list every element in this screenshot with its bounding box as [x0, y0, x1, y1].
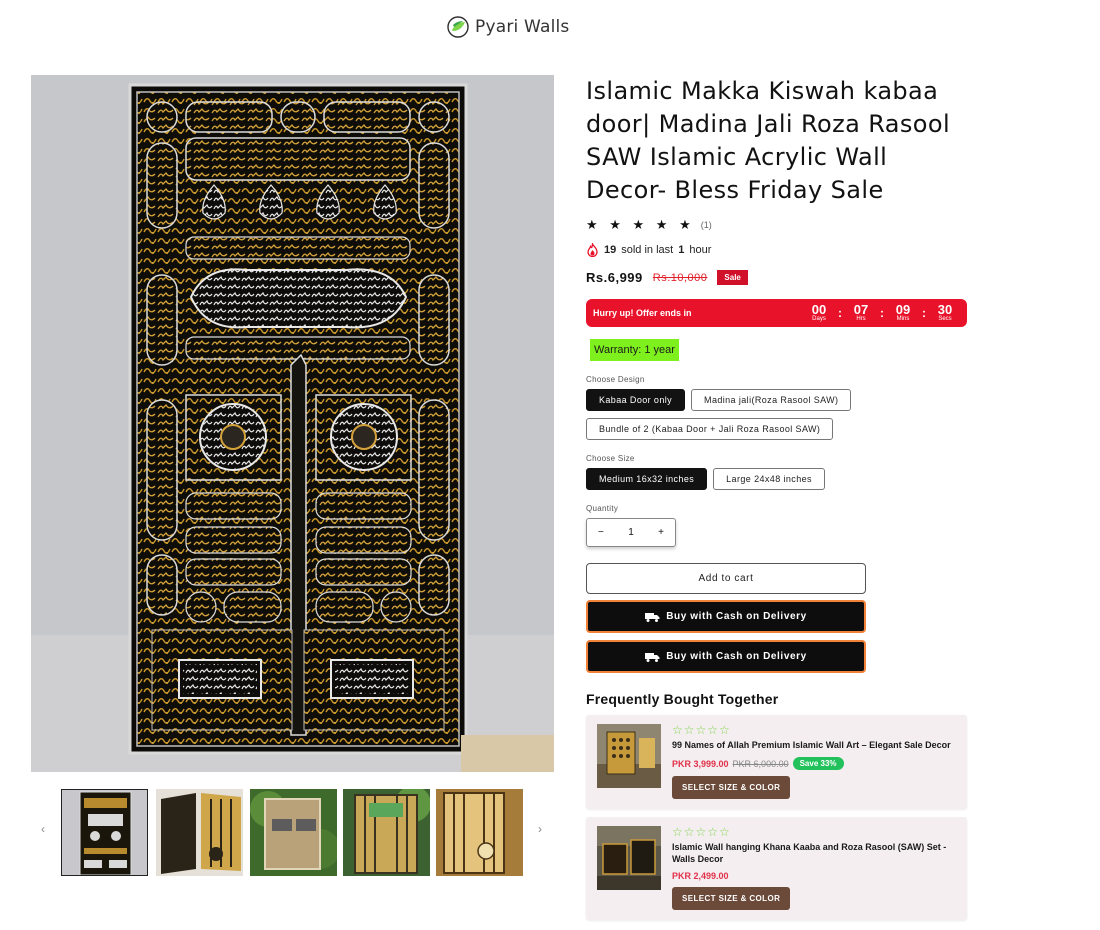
size-option-medium[interactable]: Medium 16x32 inches — [586, 468, 708, 490]
quantity-increase-button[interactable]: + — [658, 527, 664, 538]
quantity-stepper: − 1 + — [586, 518, 676, 547]
timer-separator: : — [922, 306, 926, 320]
fbt-item: ☆☆☆☆☆ Islamic Wall hanging Khana Kaaba a… — [586, 817, 967, 920]
seconds-value: 30 — [937, 302, 953, 317]
size-label: Choose Size — [586, 454, 635, 463]
truck-icon — [645, 612, 660, 622]
fbt-item: ☆☆☆☆☆ 99 Names of Allah Premium Islamic … — [586, 715, 967, 809]
fbt-item-price-row: PKR 2,499.00 — [672, 871, 956, 881]
fbt-item-compare-price: PKR 6,000.00 — [732, 758, 789, 769]
truck-icon — [645, 652, 660, 662]
thumbnail-gold-jali-image — [436, 789, 523, 876]
design-option-bundle[interactable]: Bundle of 2 (Kabaa Door + Jali Roza Raso… — [586, 418, 834, 440]
quantity-label: Quantity — [586, 504, 619, 513]
fbt-item-stars: ☆☆☆☆☆ — [672, 723, 731, 737]
countdown-timer: Hurry up! Offer ends in 00 Days : 07 Hrs… — [586, 299, 967, 327]
gallery-next-icon[interactable]: › — [538, 822, 542, 836]
size-options: Medium 16x32 inches Large 24x48 inches — [586, 468, 886, 490]
names-of-allah-image — [597, 724, 661, 788]
product-title: Islamic Makka Kiswah kabaa door| Madina … — [586, 77, 951, 204]
design-option-kabaa-door[interactable]: Kabaa Door only — [586, 389, 686, 411]
sold-count: 19 — [604, 244, 617, 256]
timer-separator: : — [838, 306, 842, 320]
fbt-select-button[interactable]: SELECT SIZE & COLOR — [672, 776, 791, 799]
compare-price: Rs.10,000 — [652, 271, 708, 284]
hours-value: 07 — [853, 302, 869, 317]
fbt-heading: Frequently Bought Together — [586, 691, 779, 707]
fbt-item-image[interactable] — [597, 826, 661, 890]
kaaba-roza-set-image — [597, 826, 661, 890]
timer-days: 00 Days — [806, 303, 832, 323]
fbt-item-name[interactable]: 99 Names of Allah Premium Islamic Wall A… — [672, 739, 951, 751]
timer-seconds: 30 Secs — [932, 303, 958, 323]
thumbnail-1[interactable] — [61, 789, 148, 876]
fbt-item-name[interactable]: Islamic Wall hanging Khana Kaaba and Roz… — [672, 841, 956, 865]
quantity-value[interactable]: 1 — [628, 527, 634, 538]
kiswah-door-artwork — [31, 75, 554, 772]
fbt-item-price: PKR 3,999.00 — [672, 758, 729, 769]
cod-button-secondary[interactable]: Buy with Cash on Delivery — [586, 640, 866, 673]
thumbnail-outdoor-image — [250, 789, 337, 876]
thumbnail-garden-image — [343, 789, 430, 876]
timer-separator: : — [880, 306, 884, 320]
minutes-value: 09 — [895, 302, 911, 317]
timer-hours: 07 Hrs — [848, 303, 874, 323]
sold-text-post: hour — [689, 244, 712, 256]
fbt-item-details: ☆☆☆☆☆ 99 Names of Allah Premium Islamic … — [672, 724, 951, 799]
sale-price: Rs.6,999 — [586, 270, 643, 285]
site-header: Pyari Walls — [0, 0, 1100, 60]
countdown-label: Hurry up! Offer ends in — [593, 308, 692, 318]
sold-indicator: 19 sold in last 1 hour — [586, 243, 971, 257]
fbt-item-stars: ☆☆☆☆☆ — [672, 825, 731, 839]
fbt-select-button[interactable]: SELECT SIZE & COLOR — [672, 887, 791, 910]
sold-text-pre: sold in last — [621, 244, 674, 256]
sale-badge: Sale — [717, 270, 748, 285]
cod-button-label: Buy with Cash on Delivery — [666, 611, 807, 622]
fbt-item-image[interactable] — [597, 724, 661, 788]
product-rating[interactable]: ★ ★ ★ ★ ★ (1) — [586, 217, 971, 233]
thumbnail-5[interactable] — [436, 789, 523, 876]
fbt-item-save-badge: Save 33% — [792, 757, 844, 770]
flame-icon — [587, 243, 598, 257]
fbt-item-price: PKR 2,499.00 — [672, 871, 729, 881]
minutes-label: Mins — [896, 316, 910, 322]
warranty-badge: Warranty: 1 year — [590, 339, 679, 361]
fbt-item-price-row: PKR 3,999.00 PKR 6,000.00 Save 33% — [672, 757, 951, 770]
design-option-madina-jali[interactable]: Madina jali(Roza Rasool SAW) — [691, 389, 852, 411]
leaf-logo-icon — [447, 16, 469, 38]
brand-logo[interactable]: Pyari Walls — [447, 16, 570, 38]
sold-hours: 1 — [678, 244, 685, 256]
rating-count: (1) — [700, 220, 712, 230]
main-product-image[interactable] — [31, 75, 554, 772]
gallery-prev-icon[interactable]: ‹ — [41, 822, 45, 836]
thumbnail-4[interactable] — [343, 789, 430, 876]
fbt-item-details: ☆☆☆☆☆ Islamic Wall hanging Khana Kaaba a… — [672, 826, 956, 910]
cod-button-label: Buy with Cash on Delivery — [666, 651, 807, 662]
add-to-cart-button[interactable]: Add to cart — [586, 563, 866, 594]
design-options: Kabaa Door only Madina jali(Roza Rasool … — [586, 389, 886, 440]
rating-stars: ★ ★ ★ ★ ★ — [586, 217, 695, 232]
cod-button-primary[interactable]: Buy with Cash on Delivery — [586, 600, 866, 633]
timer-units: 00 Days : 07 Hrs : 09 Mins : 30 Secs — [806, 303, 958, 323]
thumbnail-jali-angle-image — [156, 789, 243, 876]
quantity-decrease-button[interactable]: − — [598, 527, 604, 538]
price-row: Rs.6,999 Rs.10,000 Sale — [586, 270, 971, 285]
thumbnail-gallery: ‹ › — [31, 786, 554, 878]
brand-name: Pyari Walls — [475, 17, 570, 37]
hours-label: Hrs — [856, 316, 866, 322]
seconds-label: Secs — [938, 316, 952, 322]
timer-minutes: 09 Mins — [890, 303, 916, 323]
days-label: Days — [812, 316, 826, 322]
size-option-large[interactable]: Large 24x48 inches — [713, 468, 825, 490]
days-value: 00 — [811, 302, 827, 317]
design-label: Choose Design — [586, 375, 645, 384]
thumbnail-kiswah-image — [62, 790, 147, 875]
product-info: Islamic Makka Kiswah kabaa door| Madina … — [586, 75, 971, 920]
thumbnail-3[interactable] — [250, 789, 337, 876]
thumbnail-2[interactable] — [156, 789, 243, 876]
